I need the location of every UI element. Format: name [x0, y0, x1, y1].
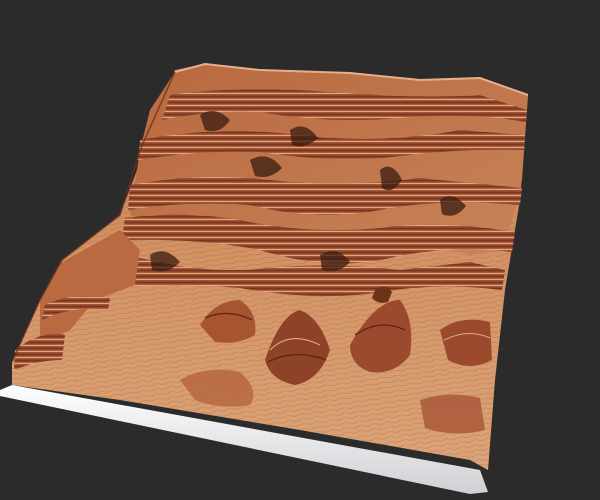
3d-viewport[interactable]: [0, 0, 600, 500]
terrain-render: [0, 62, 529, 494]
